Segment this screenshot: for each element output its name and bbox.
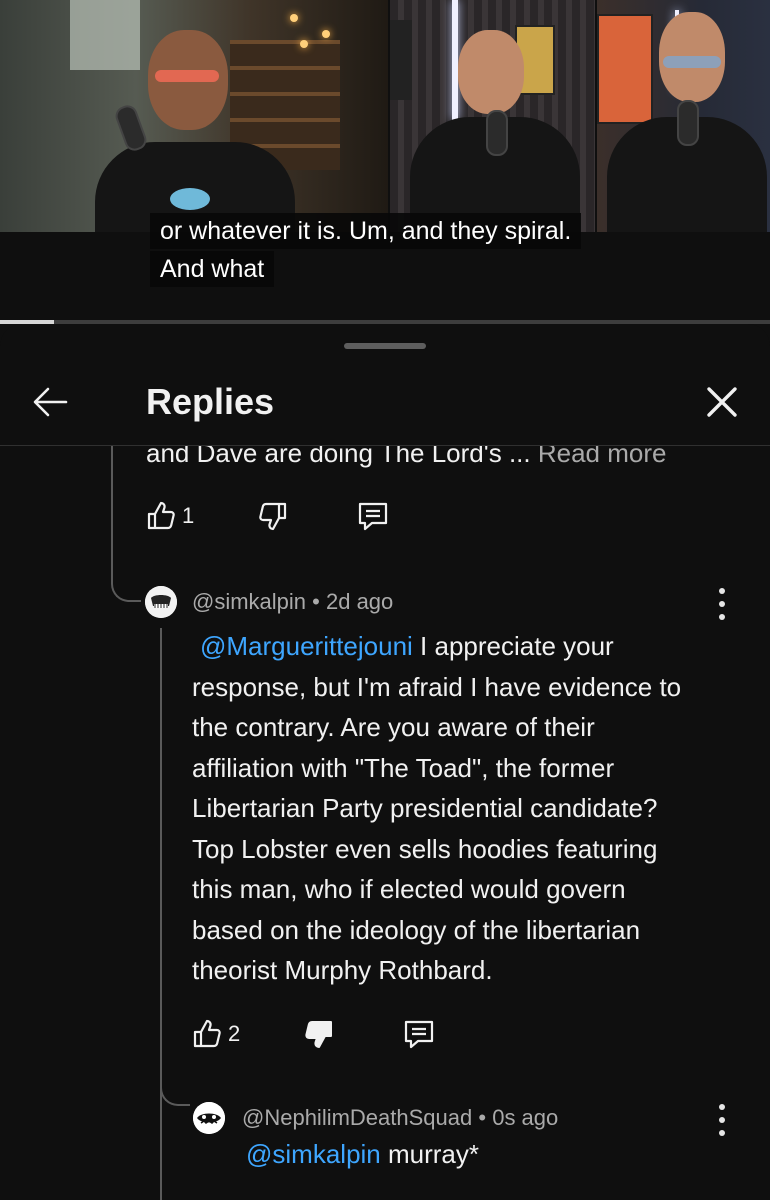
thumbs-up-icon: [147, 501, 175, 530]
reply-comment: @simkalpin • 2d ago @Marguerittejouni I …: [0, 586, 770, 1056]
comment-icon: [358, 502, 388, 531]
arrow-left-icon[interactable]: [28, 380, 72, 424]
dislike-button[interactable]: [256, 496, 290, 536]
avatar[interactable]: [145, 586, 177, 618]
closed-captions: or whatever it is. Um, and they spiral. …: [150, 213, 582, 289]
like-button[interactable]: 2: [190, 1014, 240, 1054]
reply-button[interactable]: [402, 1014, 436, 1054]
video-feed-guest-2: [597, 0, 770, 232]
replies-header: Replies: [0, 360, 770, 446]
comment-author[interactable]: @simkalpin: [192, 589, 306, 614]
like-count: 2: [228, 1021, 241, 1046]
comment-age: 2d ago: [325, 589, 394, 614]
mention-link[interactable]: @Marguerittejouni: [200, 631, 413, 661]
thumbs-down-icon: [259, 502, 287, 531]
avatar[interactable]: [193, 1102, 225, 1134]
page-title: Replies: [146, 381, 275, 422]
mention-link[interactable]: @simkalpin: [246, 1139, 381, 1169]
comment-author[interactable]: @NephilimDeathSquad: [242, 1105, 472, 1130]
caption-line: or whatever it is. Um, and they spiral.: [150, 213, 582, 249]
truncated-comment-text: and Dave are doing The Lord's ... Read m…: [146, 446, 666, 468]
video-feed-host: [0, 0, 388, 232]
replies-sheet: Replies and Dave are doing The Lord's ..…: [0, 324, 770, 1200]
reply-comment: @NephilimDeathSquad • 0s ago @simkalpin …: [0, 1102, 770, 1200]
comment-actions: 2: [190, 1014, 450, 1054]
comment-body: @Marguerittejouni I appreciate your resp…: [192, 631, 682, 985]
video-player[interactable]: or whatever it is. Um, and they spiral. …: [0, 0, 770, 320]
close-icon[interactable]: [700, 380, 744, 424]
caption-line: And what: [150, 251, 275, 287]
like-count: 1: [182, 503, 195, 528]
drag-handle[interactable]: [344, 343, 426, 349]
more-options-icon[interactable]: [716, 588, 728, 620]
video-feed-guest-1: [390, 0, 595, 232]
more-options-icon[interactable]: [716, 1104, 728, 1136]
replies-list[interactable]: and Dave are doing The Lord's ... Read m…: [0, 446, 770, 1200]
dislike-button-active[interactable]: [302, 1014, 336, 1054]
thumbs-up-icon: [193, 1019, 221, 1048]
read-more-link[interactable]: Read more: [538, 446, 667, 468]
comment-age: 0s ago: [492, 1105, 559, 1130]
like-button[interactable]: 1: [144, 496, 194, 536]
comment-icon: [404, 1020, 434, 1049]
comment-body: @simkalpin murray*: [246, 1139, 480, 1169]
reply-button[interactable]: [356, 496, 390, 536]
thumbs-down-filled-icon: [305, 1021, 332, 1048]
comment-actions: 1: [144, 496, 404, 536]
